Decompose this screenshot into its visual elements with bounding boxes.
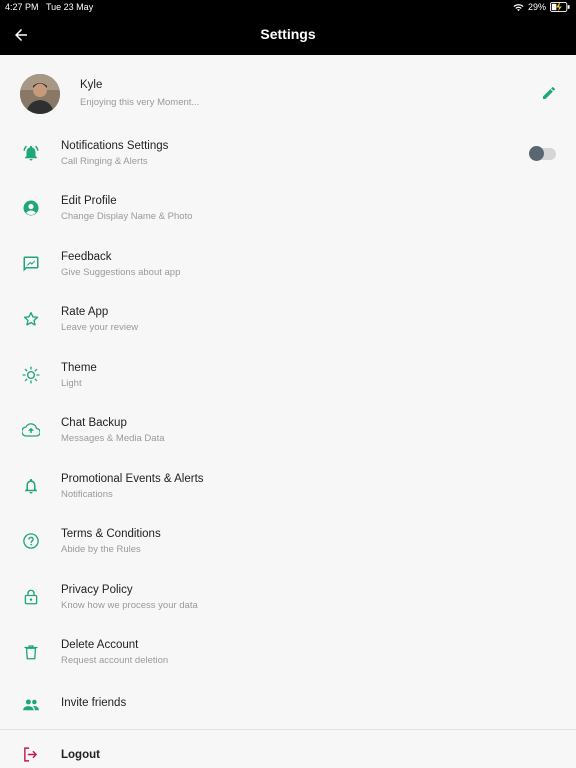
bell-ringing-icon xyxy=(22,144,40,162)
app-header: Settings xyxy=(0,14,576,55)
status-bar: 4:27 PM Tue 23 May 29% xyxy=(0,0,576,14)
setting-sublabel: Abide by the Rules xyxy=(61,544,141,555)
status-time: 4:27 PM xyxy=(5,2,39,12)
sun-icon xyxy=(22,366,40,384)
logout-icon xyxy=(22,746,39,763)
setting-promotional-events[interactable]: Promotional Events & Alerts Notification… xyxy=(0,464,576,519)
setting-sublabel: Light xyxy=(61,378,82,389)
status-date: Tue 23 May xyxy=(46,2,94,12)
trash-icon xyxy=(22,643,40,661)
lock-icon xyxy=(22,588,40,606)
setting-sublabel: Leave your review xyxy=(61,322,139,333)
setting-sublabel: Messages & Media Data xyxy=(61,433,165,444)
divider xyxy=(0,729,576,730)
feedback-icon xyxy=(22,255,40,273)
toggle-knob xyxy=(529,146,544,161)
setting-label: Edit Profile xyxy=(61,195,117,207)
profile-status: Enjoying this very Moment... xyxy=(80,97,200,108)
setting-label: Terms & Conditions xyxy=(61,528,161,540)
account-circle-icon xyxy=(22,199,40,217)
logout-button[interactable]: Logout xyxy=(0,732,576,768)
setting-label: Notifications Settings xyxy=(61,140,169,152)
setting-sublabel: Call Ringing & Alerts xyxy=(61,156,148,167)
setting-theme[interactable]: Theme Light xyxy=(0,353,576,408)
setting-notifications[interactable]: Notifications Settings Call Ringing & Al… xyxy=(0,131,576,186)
setting-label: Privacy Policy xyxy=(61,584,133,596)
bell-icon xyxy=(22,477,40,495)
setting-edit-profile[interactable]: Edit Profile Change Display Name & Photo xyxy=(0,186,576,241)
star-icon xyxy=(22,310,40,328)
setting-label: Invite friends xyxy=(61,697,127,709)
setting-sublabel: Request account deletion xyxy=(61,655,169,666)
people-icon xyxy=(22,696,40,714)
setting-label: Rate App xyxy=(61,306,109,318)
setting-label: Promotional Events & Alerts xyxy=(61,473,204,485)
battery-charging-icon xyxy=(550,2,570,12)
profile-name: Kyle xyxy=(80,79,103,91)
page-title: Settings xyxy=(260,26,316,42)
cloud-upload-icon xyxy=(21,421,41,439)
setting-label: Chat Backup xyxy=(61,417,127,429)
setting-feedback[interactable]: Feedback Give Suggestions about app xyxy=(0,242,576,297)
logout-label: Logout xyxy=(61,749,100,761)
setting-sublabel: Give Suggestions about app xyxy=(61,267,181,278)
setting-terms[interactable]: Terms & Conditions Abide by the Rules xyxy=(0,519,576,574)
setting-label: Feedback xyxy=(61,251,112,263)
setting-chat-backup[interactable]: Chat Backup Messages & Media Data xyxy=(0,408,576,463)
battery-percent: 29% xyxy=(527,2,546,12)
edit-pencil-icon[interactable] xyxy=(541,85,557,101)
setting-delete-account[interactable]: Delete Account Request account deletion xyxy=(0,630,576,685)
help-circle-icon xyxy=(22,532,40,550)
setting-sublabel: Notifications xyxy=(61,489,113,500)
setting-label: Theme xyxy=(61,362,97,374)
setting-label: Delete Account xyxy=(61,639,139,651)
setting-sublabel: Know how we process your data xyxy=(61,600,198,611)
setting-rate-app[interactable]: Rate App Leave your review xyxy=(0,297,576,352)
wifi-icon xyxy=(513,3,524,12)
notifications-toggle[interactable] xyxy=(529,146,556,161)
profile-row[interactable]: Kyle Enjoying this very Moment... xyxy=(0,55,576,131)
setting-sublabel: Change Display Name & Photo xyxy=(61,211,193,222)
avatar[interactable] xyxy=(20,74,60,114)
setting-privacy-policy[interactable]: Privacy Policy Know how we process your … xyxy=(0,575,576,630)
